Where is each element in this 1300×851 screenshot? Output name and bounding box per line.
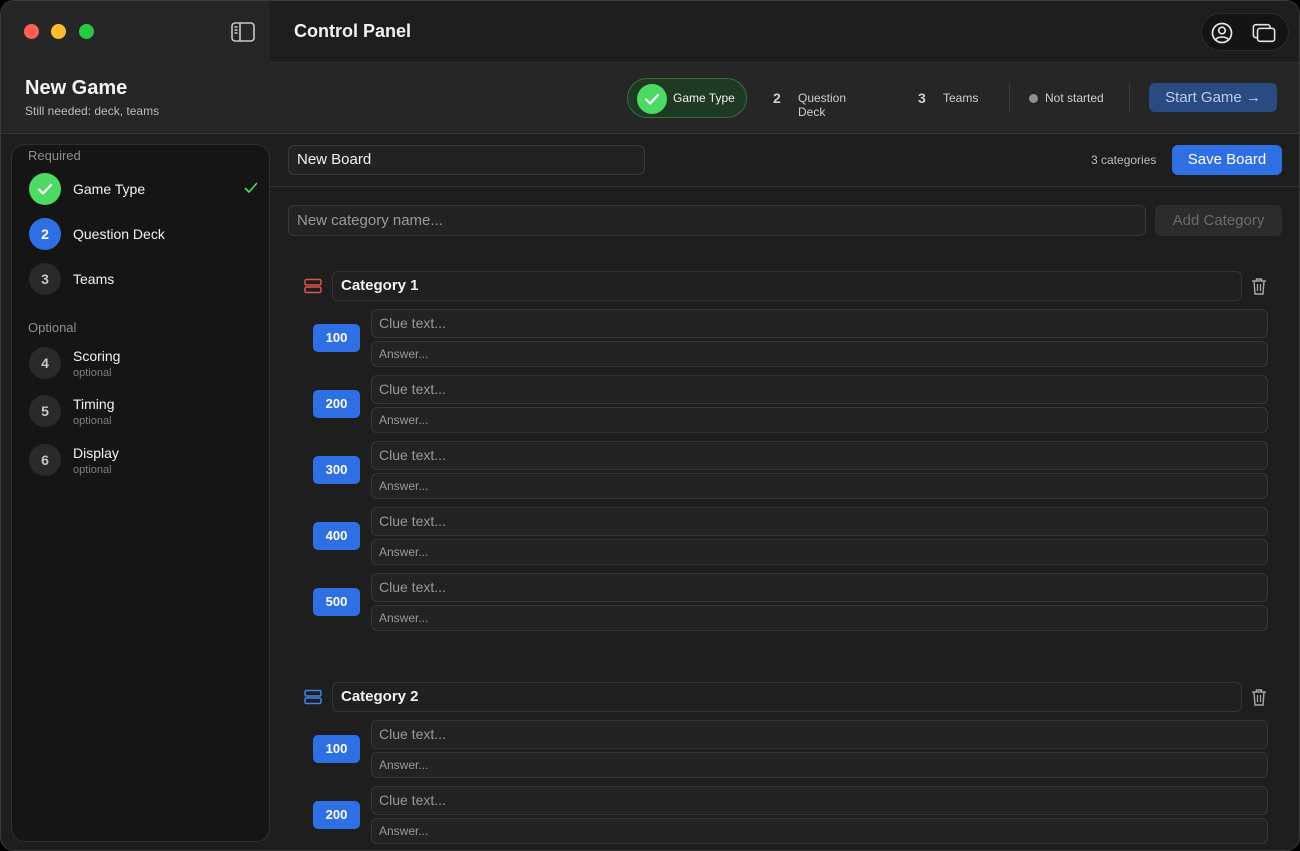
trash-icon[interactable]	[1251, 277, 1267, 295]
point-value-badge[interactable]: 300	[313, 456, 360, 484]
clue-text-input[interactable]: Clue text...	[371, 441, 1268, 470]
sidebar-item-label: Display	[73, 445, 119, 461]
multiple-windows-icon[interactable]	[1252, 21, 1276, 45]
clue-text-input[interactable]: Clue text...	[371, 573, 1268, 602]
title-bar-sidebar-region	[1, 1, 270, 63]
answer-input[interactable]: Answer...	[371, 539, 1268, 565]
required-section-label: Required	[28, 148, 81, 163]
clue-text-input[interactable]: Clue text...	[371, 309, 1268, 338]
category-name-input[interactable]: Category 1	[332, 271, 1242, 301]
clue-text-input[interactable]: Clue text...	[371, 375, 1268, 404]
sidebar-toggle-icon[interactable]	[231, 22, 255, 42]
step-number-badge: 4	[29, 347, 61, 379]
title-bar-main-region	[270, 1, 1299, 63]
step-number: 3	[918, 90, 926, 106]
clue-text-input[interactable]: Clue text...	[371, 786, 1268, 815]
step-number: 2	[773, 90, 781, 106]
game-subtitle: Still needed: deck, teams	[25, 104, 160, 118]
step-number-badge: 2	[29, 218, 61, 250]
close-window-button[interactable]	[24, 24, 39, 39]
step-complete-badge	[637, 84, 667, 114]
trash-icon[interactable]	[1251, 688, 1267, 706]
clue-row: 200 Clue text... Answer...	[288, 375, 1282, 435]
clue-text-input[interactable]: Clue text...	[371, 507, 1268, 536]
save-board-button[interactable]: Save Board	[1172, 145, 1282, 175]
start-game-button[interactable]: Start Game →	[1149, 83, 1277, 112]
sidebar-item-game-type[interactable]: Game Type	[28, 169, 258, 209]
point-value-badge[interactable]: 200	[313, 801, 360, 829]
sidebar-item-teams[interactable]: 3 Teams	[28, 259, 258, 299]
point-value-badge[interactable]: 100	[313, 324, 360, 352]
optional-note: optional	[73, 415, 112, 427]
completed-check-icon	[244, 182, 258, 193]
game-status-text: Not started	[1045, 91, 1104, 105]
step-complete-badge	[29, 173, 61, 205]
checkmark-icon	[37, 183, 53, 195]
step-number-badge: 5	[29, 395, 61, 427]
minimize-window-button[interactable]	[51, 24, 66, 39]
clue-row: 400 Clue text... Answer...	[288, 507, 1282, 567]
answer-input[interactable]: Answer...	[371, 341, 1268, 367]
sidebar-item-label: Question Deck	[73, 226, 165, 242]
window-title: Control Panel	[294, 21, 412, 41]
setup-sidebar: Required Game Type 2 Question Deck 3 Tea…	[11, 144, 270, 842]
status-indicator-dot	[1029, 94, 1038, 103]
sidebar-item-label: Timing	[73, 396, 115, 412]
sidebar-item-question-deck[interactable]: 2 Question Deck	[28, 214, 258, 254]
optional-note: optional	[73, 464, 112, 476]
answer-input[interactable]: Answer...	[371, 605, 1268, 631]
step-teams[interactable]: Teams	[943, 91, 978, 105]
sidebar-item-label: Game Type	[73, 181, 146, 197]
answer-input[interactable]: Answer...	[371, 752, 1268, 778]
point-value-badge[interactable]: 500	[313, 588, 360, 616]
game-title: New Game	[25, 77, 128, 99]
stepper-divider	[1009, 83, 1010, 113]
stepper-divider	[1129, 83, 1130, 113]
point-value-badge[interactable]: 100	[313, 735, 360, 763]
clue-row: 300 Clue text... Answer...	[288, 441, 1282, 501]
title-bar: Control Panel	[1, 1, 1299, 63]
clue-row: 200 Clue text... Answer...	[288, 786, 1282, 846]
step-label: Game Type	[673, 91, 735, 105]
optional-section-label: Optional	[28, 320, 77, 335]
step-question-deck[interactable]: Question Deck	[798, 91, 846, 119]
control-panel-window: Control Panel New Game Still needed: dec…	[0, 0, 1300, 851]
answer-input[interactable]: Answer...	[371, 473, 1268, 499]
category-card: Category 2 100 Clue text... Answer... 20…	[288, 682, 1282, 844]
sidebar-item-timing[interactable]: 5 Timing optional	[28, 391, 258, 431]
step-game-type[interactable]: Game Type	[627, 78, 747, 118]
answer-input[interactable]: Answer...	[371, 407, 1268, 433]
answer-input[interactable]: Answer...	[371, 818, 1268, 844]
category-rows-icon[interactable]	[304, 278, 322, 294]
point-value-badge[interactable]: 200	[313, 390, 360, 418]
add-category-button[interactable]: Add Category	[1155, 205, 1282, 236]
toolbar-icon-group	[1201, 13, 1289, 51]
category-card: Category 1 100 Clue text... Answer... 20…	[288, 271, 1282, 633]
clue-row: 500 Clue text... Answer...	[288, 573, 1282, 633]
step-number-badge: 6	[29, 444, 61, 476]
category-count: 3 categories	[1091, 153, 1157, 167]
game-header: New Game Still needed: deck, teams Game …	[1, 63, 1299, 134]
clue-row: 100 Clue text... Answer...	[288, 309, 1282, 369]
user-account-icon[interactable]	[1210, 21, 1234, 45]
optional-note: optional	[73, 367, 112, 379]
category-rows-icon[interactable]	[304, 689, 322, 705]
new-category-input[interactable]: New category name...	[288, 205, 1146, 236]
zoom-window-button[interactable]	[79, 24, 94, 39]
board-name-input[interactable]: New Board	[288, 145, 645, 175]
checkmark-icon	[644, 93, 660, 105]
sidebar-item-label: Scoring	[73, 348, 121, 364]
sidebar-item-label: Teams	[73, 271, 115, 287]
sidebar-item-scoring[interactable]: 4 Scoring optional	[28, 343, 258, 383]
category-name-input[interactable]: Category 2	[332, 682, 1242, 712]
step-number-badge: 3	[29, 263, 61, 295]
clue-text-input[interactable]: Clue text...	[371, 720, 1268, 749]
point-value-badge[interactable]: 400	[313, 522, 360, 550]
sidebar-item-display[interactable]: 6 Display optional	[28, 440, 258, 480]
clue-row: 100 Clue text... Answer...	[288, 720, 1282, 780]
toolbar-divider	[270, 186, 1299, 187]
